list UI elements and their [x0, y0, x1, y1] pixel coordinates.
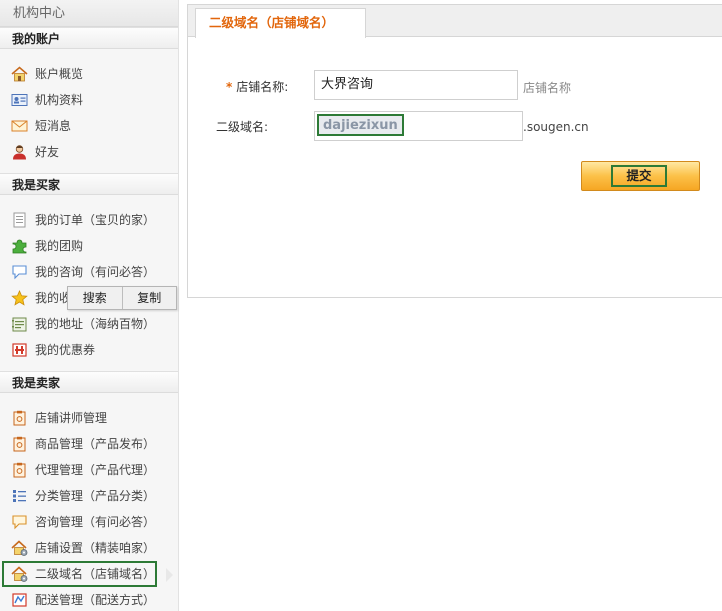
shop-name-input[interactable]: 大界咨询 — [314, 70, 518, 100]
shop-name-label-text: 店铺名称: — [236, 80, 289, 94]
section-header-buyer: 我是买家 — [0, 173, 178, 195]
sidebar-item-label: 店铺讲师管理 — [35, 411, 108, 425]
sidebar-item-inquiry-management[interactable]: 咨询管理（有问必答） — [0, 509, 178, 535]
sidebar-item-label: 我的收 — [35, 291, 72, 305]
document-icon — [11, 212, 28, 228]
sidebar-title: 机构中心 — [0, 0, 178, 27]
shop-name-hint: 店铺名称 — [523, 81, 572, 95]
user-icon — [11, 144, 28, 160]
coupon-icon — [11, 342, 28, 358]
subdomain-value: dajiezixun — [317, 114, 404, 136]
puzzle-icon — [11, 238, 28, 254]
sidebar-item-account-overview[interactable]: 账户概览 — [0, 61, 178, 87]
id-card-icon — [11, 92, 28, 108]
subdomain-suffix: .sougen.cn — [523, 120, 589, 134]
sidebar-item-product-management[interactable]: 商品管理（产品发布） — [0, 431, 178, 457]
sidebar-item-my-inquiries[interactable]: 我的咨询（有问必答） — [0, 259, 178, 285]
section-header-my-account: 我的账户 — [0, 27, 178, 49]
speech-bubble-icon — [11, 514, 28, 530]
sidebar-item-label: 二级域名（店铺域名） — [35, 567, 156, 581]
sidebar-item-my-address[interactable]: 我的地址（海纳百物） — [0, 311, 178, 337]
sidebar-item-label: 机构资料 — [35, 93, 84, 107]
section-my-account: 账户概览 机构资料 短消息 好友 — [0, 49, 178, 173]
required-mark: * — [226, 80, 233, 94]
clipboard-icon — [11, 410, 28, 426]
section-header-seller: 我是卖家 — [0, 371, 178, 393]
tab-subdomain[interactable]: 二级域名（店铺域名） — [195, 8, 366, 38]
delivery-icon — [11, 592, 28, 608]
clipboard-icon — [11, 436, 28, 452]
sidebar-item-label: 我的咨询（有问必答） — [35, 265, 156, 279]
sidebar-item-label: 配送管理（配送方式） — [35, 593, 156, 607]
submit-button-label: 提交 — [611, 165, 667, 187]
tab-bar: 二级域名（店铺域名） — [188, 5, 722, 38]
sidebar-item-category-management[interactable]: 分类管理（产品分类） — [0, 483, 178, 509]
sidebar-item-label: 代理管理（产品代理） — [35, 463, 156, 477]
sidebar-item-delivery-management[interactable]: 配送管理（配送方式） — [0, 587, 178, 611]
sidebar-item-my-orders[interactable]: 我的订单（宝贝的家） — [0, 207, 178, 233]
sidebar-item-label: 账户概览 — [35, 67, 84, 81]
text-selection-context-menu: 搜索 复制 — [67, 286, 177, 310]
context-copy-button[interactable]: 复制 — [121, 287, 177, 309]
clipboard-icon — [11, 462, 28, 478]
speech-bubble-icon — [11, 264, 28, 280]
sidebar-item-messages[interactable]: 短消息 — [0, 113, 178, 139]
star-icon — [11, 290, 28, 306]
sidebar-item-label: 好友 — [35, 145, 60, 159]
shop-name-label: * 店铺名称: — [226, 78, 288, 95]
sidebar-item-group-buy[interactable]: 我的团购 — [0, 233, 178, 259]
sidebar-item-label: 我的优惠券 — [35, 343, 96, 357]
sidebar-item-friends[interactable]: 好友 — [0, 139, 178, 165]
active-indicator-arrow — [166, 568, 173, 582]
list-icon — [11, 488, 28, 504]
submit-button[interactable]: 提交 — [581, 161, 700, 191]
sidebar-item-label: 店铺设置（精装咱家） — [35, 541, 156, 555]
sidebar-item-label: 分类管理（产品分类） — [35, 489, 156, 503]
subdomain-input[interactable]: dajiezixun — [314, 111, 523, 141]
sidebar-item-label: 商品管理（产品发布） — [35, 437, 156, 451]
section-seller: 店铺讲师管理 商品管理（产品发布） 代理管理（产品代理） 分类管理（产品分类） … — [0, 393, 178, 611]
shop-settings-icon — [11, 566, 28, 582]
sidebar-item-my-coupons[interactable]: 我的优惠券 — [0, 337, 178, 363]
sidebar-item-subdomain[interactable]: 二级域名（店铺域名） — [2, 561, 157, 587]
sidebar-item-org-profile[interactable]: 机构资料 — [0, 87, 178, 113]
envelope-icon — [11, 118, 28, 134]
subdomain-label: 二级域名: — [216, 120, 269, 134]
sidebar-item-label: 我的地址（海纳百物） — [35, 317, 156, 331]
section-buyer: 我的订单（宝贝的家） 我的团购 我的咨询（有问必答） 我的收 我的地址（海纳百物… — [0, 195, 178, 371]
main-panel: 二级域名（店铺域名） * 店铺名称: 大界咨询 店铺名称 二级域名: dajiez… — [187, 4, 722, 298]
sidebar-item-label: 我的订单（宝贝的家） — [35, 213, 156, 227]
sidebar-item-shop-instructors[interactable]: 店铺讲师管理 — [0, 405, 178, 431]
sidebar-item-shop-settings[interactable]: 店铺设置（精装咱家） — [0, 535, 178, 561]
sidebar-item-label: 短消息 — [35, 119, 72, 133]
sidebar-item-label: 咨询管理（有问必答） — [35, 515, 156, 529]
context-search-button[interactable]: 搜索 — [68, 287, 122, 309]
sidebar-item-label: 我的团购 — [35, 239, 84, 253]
home-icon — [11, 66, 28, 82]
address-book-icon — [11, 316, 28, 332]
sidebar-item-agency-management[interactable]: 代理管理（产品代理） — [0, 457, 178, 483]
shop-settings-icon — [11, 540, 28, 556]
